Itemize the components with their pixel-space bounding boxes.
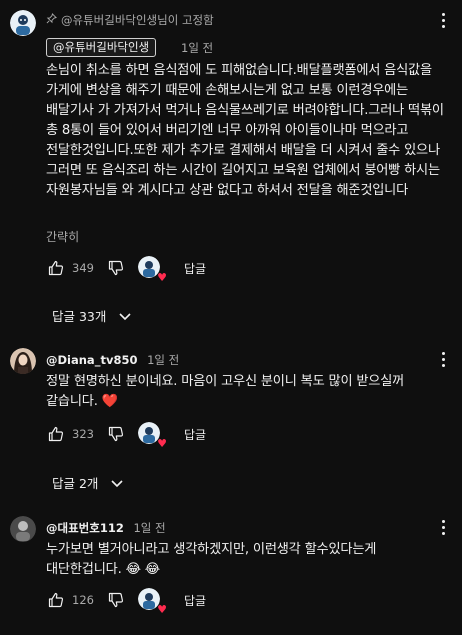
thumb-down-icon	[108, 426, 124, 442]
more-actions-button[interactable]	[434, 11, 452, 29]
comment-actions: 323 ♥ 답글	[46, 422, 206, 449]
thumb-down-icon	[108, 260, 124, 276]
comment-time[interactable]: 1일 전	[133, 521, 165, 535]
like-button[interactable]	[46, 424, 66, 444]
pinned-by-text: @유튜버길바닥인생님이 고정함	[61, 13, 214, 27]
replies-count-label: 답글 2개	[52, 476, 99, 491]
more-vert-icon	[441, 518, 445, 536]
comment-thread: @Diana_tv850 1일 전 정말 현명하신 분이네요. 마음이 고우신 …	[0, 342, 462, 502]
like-count: 126	[72, 593, 94, 607]
author-avatar[interactable]	[10, 348, 36, 374]
replies-count-label: 답글 33개	[52, 309, 107, 324]
creator-heart-icon: ♥	[157, 603, 167, 616]
comment-actions: 126 ♥ 답글	[46, 588, 206, 615]
comment-thread: @대표번호112 1일 전 누가보면 별거아니라고 생각하겠지만, 이런생각 할…	[0, 510, 462, 635]
like-button[interactable]	[46, 590, 66, 610]
reply-button[interactable]: 답글	[184, 592, 206, 609]
comment-actions: 349 ♥ 답글	[46, 256, 206, 283]
view-replies-button[interactable]: 답글 33개	[52, 306, 132, 325]
pin-icon	[46, 13, 57, 27]
like-count: 349	[72, 261, 94, 275]
more-vert-icon	[441, 11, 445, 29]
comment-text: 손님이 취소를 하면 음식점에 도 피해없습니다.배달플랫폼에서 음식값을 가게…	[46, 63, 444, 198]
comment-text: 누가보면 별거아니라고 생각하겠지만, 이런생각 할수있다는게 대단한겁니다. …	[46, 542, 377, 577]
dislike-button[interactable]	[106, 590, 126, 610]
chevron-down-icon	[111, 479, 124, 487]
creator-heart-badge[interactable]: ♥	[138, 256, 167, 283]
show-less-button[interactable]: 간략히	[46, 228, 79, 245]
thumb-up-icon	[48, 426, 64, 442]
creator-heart-badge[interactable]: ♥	[138, 588, 167, 615]
more-vert-icon	[441, 350, 445, 368]
author-name[interactable]: @대표번호112	[46, 521, 124, 535]
comment-text: 정말 현명하신 분이네요. 마음이 고우신 분이니 복도 많이 받으실꺼 같습니…	[46, 374, 405, 409]
comment-header: @Diana_tv850 1일 전	[46, 352, 179, 368]
more-actions-button[interactable]	[434, 518, 452, 536]
author-avatar[interactable]	[10, 516, 36, 542]
reply-button[interactable]: 답글	[184, 260, 206, 277]
more-actions-button[interactable]	[434, 350, 452, 368]
author-name[interactable]: @Diana_tv850	[46, 353, 137, 367]
thumb-up-icon	[48, 592, 64, 608]
creator-heart-badge[interactable]: ♥	[138, 422, 167, 449]
creator-heart-icon: ♥	[157, 271, 167, 284]
view-replies-button[interactable]: 답글 2개	[52, 473, 124, 492]
comment-header: @대표번호112 1일 전	[46, 520, 166, 536]
reply-button[interactable]: 답글	[184, 426, 206, 443]
thumb-down-icon	[108, 592, 124, 608]
author-chip[interactable]: @유튜버길바닥인생	[46, 38, 157, 57]
thumb-up-icon	[48, 260, 64, 276]
creator-heart-icon: ♥	[157, 437, 167, 450]
like-count: 323	[72, 427, 94, 441]
dislike-button[interactable]	[106, 424, 126, 444]
author-avatar[interactable]	[10, 10, 36, 36]
dislike-button[interactable]	[106, 258, 126, 278]
comment-thread-pinned: @유튜버길바닥인생님이 고정함 @유튜버길바닥인생 1일 전 손님이 취소를 하…	[0, 0, 462, 335]
comment-time[interactable]: 1일 전	[147, 353, 179, 367]
chevron-down-icon	[119, 312, 131, 320]
like-button[interactable]	[46, 258, 66, 278]
comment-time[interactable]: 1일 전	[181, 40, 213, 56]
pinned-label: @유튜버길바닥인생님이 고정함	[46, 12, 214, 28]
